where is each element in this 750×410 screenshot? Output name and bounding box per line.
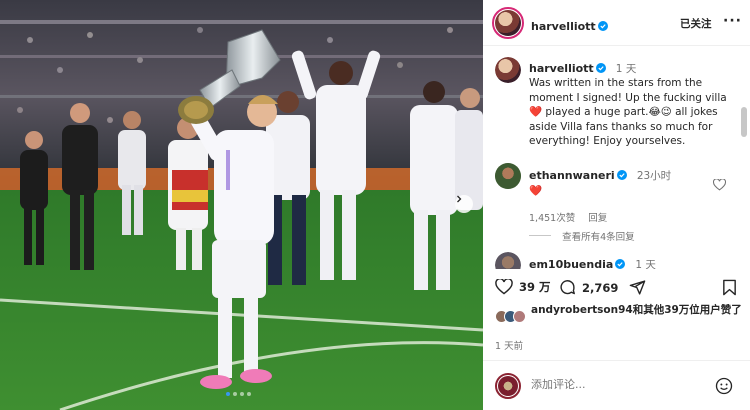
comment-item: ethannwaneri 23小时 ❤️ 1,451次赞 回复 [529, 164, 709, 225]
carousel-dot-active [226, 392, 230, 396]
comment-username[interactable]: em10buendia [529, 258, 613, 269]
comment-like-heart-icon[interactable] [713, 179, 726, 191]
verified-badge-icon [595, 63, 606, 73]
view-replies-link[interactable]: 查看所有4条回复 [562, 232, 635, 243]
liked-by-text[interactable]: andyrobertson94和其他39万位用户赞了 [495, 304, 745, 317]
comment-text: ❤️ [529, 185, 543, 197]
comment-button[interactable]: 2,769 [559, 279, 618, 296]
commenter-avatar[interactable] [495, 163, 521, 189]
carousel-dot [240, 392, 244, 396]
share-button[interactable] [629, 279, 646, 296]
caption-author-username[interactable]: harvelliott [529, 62, 594, 75]
post-actions: 39 万 2,769 [483, 270, 750, 306]
avatar-image [495, 163, 521, 189]
carousel-dot [247, 392, 251, 396]
post-timestamp[interactable]: 1 天前 [495, 338, 523, 352]
trophy-celebration-photo [0, 0, 483, 410]
verified-badge-icon [615, 259, 626, 269]
post-header: harvelliott 已关注 ··· [483, 0, 750, 46]
comment-time: 1 天 [635, 259, 656, 269]
commenter-avatar[interactable] [495, 252, 521, 269]
feed-scrollbar[interactable] [741, 107, 747, 137]
add-comment-bar [483, 360, 750, 410]
post-photo[interactable] [0, 0, 483, 410]
following-button[interactable]: 已关注 [680, 16, 712, 31]
avatar-image [495, 57, 521, 83]
comments-feed: harvelliott 1 天 Was written in the stars… [483, 47, 750, 269]
bookmark-icon [723, 279, 736, 296]
carousel-next-button[interactable] [455, 195, 473, 213]
carousel-dot [233, 392, 237, 396]
save-button[interactable] [722, 279, 737, 296]
comment-username[interactable]: ethannwaneri [529, 169, 615, 182]
share-icon [629, 280, 646, 295]
author-avatar[interactable] [492, 7, 524, 39]
comment-icon [560, 280, 575, 295]
verified-badge-icon [616, 170, 627, 180]
carousel-indicator [226, 392, 251, 396]
comment-input[interactable] [531, 378, 711, 391]
reply-button[interactable]: 回复 [588, 213, 607, 224]
chevron-right-icon [457, 195, 462, 203]
verified-badge-icon [597, 21, 608, 31]
emoji-icon[interactable] [715, 377, 733, 395]
like-button[interactable]: 39 万 [495, 279, 551, 295]
comment-item: em10buendia 1 天 [529, 253, 656, 269]
view-replies-row[interactable]: 查看所有4条回复 [529, 225, 635, 244]
replies-divider [529, 235, 551, 236]
comment-like-count[interactable]: 1,451次赞 [529, 213, 575, 224]
caption-block: harvelliott 1 天 Was written in the stars… [529, 57, 734, 149]
caption-time: 1 天 [615, 63, 637, 75]
comment-time: 23小时 [636, 170, 672, 182]
caption-text: Was written in the stars from the moment… [529, 77, 727, 147]
author-username[interactable]: harvelliott [531, 20, 596, 33]
like-count: 39 万 [519, 280, 551, 294]
post-side-panel: harvelliott 已关注 ··· harvelliott 1 天 Was … [483, 0, 750, 410]
viewer-avatar [495, 373, 521, 399]
avatar-image [495, 252, 521, 269]
heart-icon [495, 279, 513, 295]
avatar-image [498, 376, 518, 396]
author-line: harvelliott [531, 15, 608, 34]
more-icon[interactable]: ··· [723, 14, 742, 28]
avatar-image [495, 10, 521, 36]
comment-count: 2,769 [582, 280, 619, 295]
caption-author-avatar[interactable] [495, 57, 521, 83]
